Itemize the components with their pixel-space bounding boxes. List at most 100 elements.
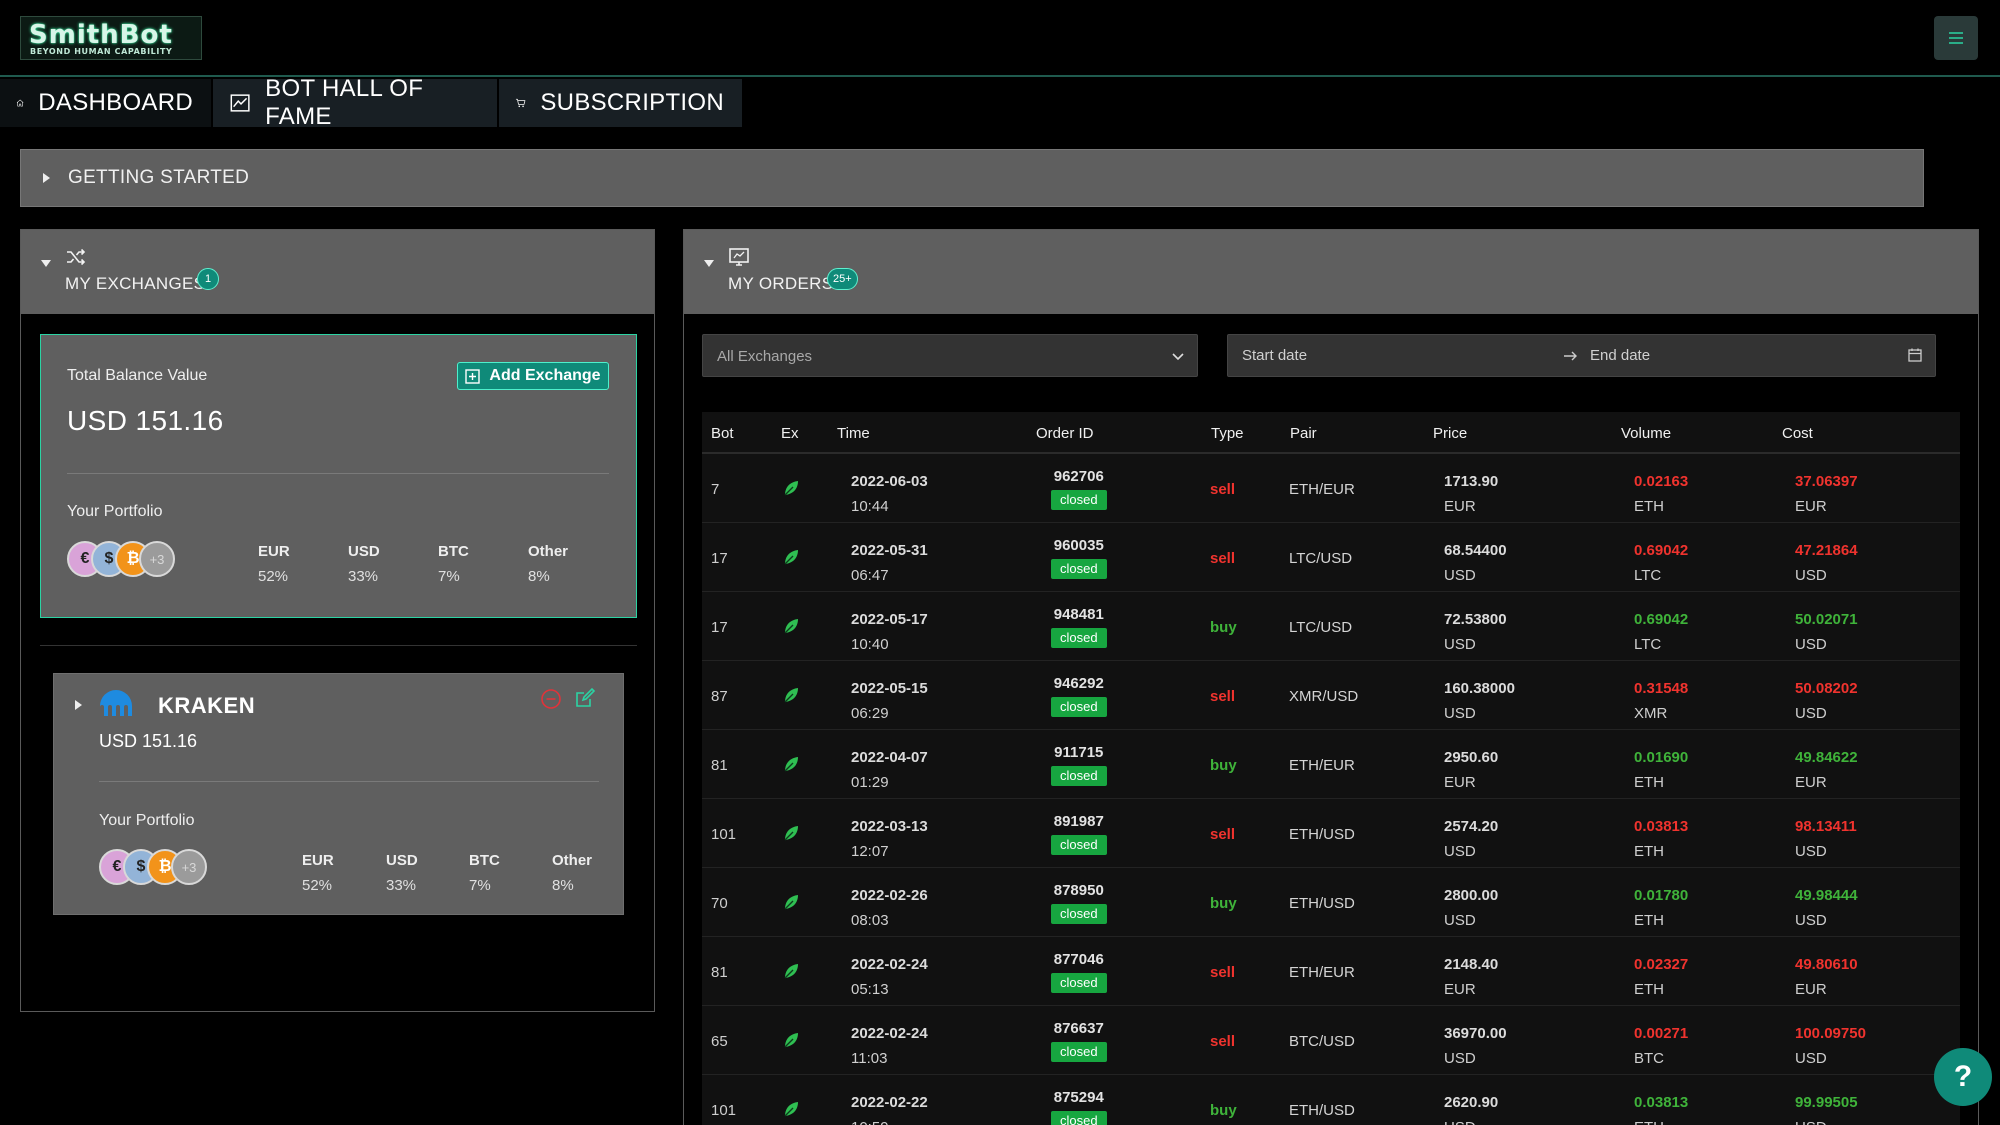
cell-time: 2022-05-17 10:40 <box>851 611 928 653</box>
table-row[interactable]: 81 2022-02-24 05:13 877046 closed sell ETH/EUR… <box>702 937 1960 1006</box>
cell-pair: ETH/USD <box>1289 1102 1355 1119</box>
exchange-filter-value: All Exchanges <box>717 348 813 365</box>
logo-tagline: BEYOND HUMAN CAPABILITY <box>30 47 173 56</box>
cell-bot: 81 <box>711 964 728 981</box>
cell-price: 1713.90 EUR <box>1444 473 1499 515</box>
cell-volume: 0.03813ETH <box>1634 1094 1689 1125</box>
cell-order-id: 911715 closed <box>1051 744 1107 786</box>
cell-pair: LTC/USD <box>1289 550 1353 567</box>
col-cost[interactable]: Cost <box>1782 425 1813 442</box>
table-row[interactable]: 101 2022-02-2210:59 875294closed buy ETH/USD… <box>702 1075 1960 1125</box>
cell-bot: 17 <box>711 550 728 567</box>
cell-type: sell <box>1210 481 1236 498</box>
table-row[interactable]: 17 2022-05-17 10:40 948481 closed buy LTC/USD 7… <box>702 592 1960 661</box>
start-date-input[interactable]: Start date <box>1242 347 1307 364</box>
orders-count-badge: 25+ <box>827 268 858 290</box>
remove-icon[interactable] <box>540 688 562 710</box>
cell-volume: 0.69042 LTC <box>1634 542 1689 584</box>
exchange-leaf-icon <box>784 964 798 979</box>
cell-cost: 50.08202 USD <box>1795 680 1858 722</box>
main-nav: DASHBOARD BOT HALL OF FAME SUBSCRIPTION <box>0 75 744 130</box>
col-price[interactable]: Price <box>1433 425 1467 442</box>
table-header: Bot Ex Time Order ID Type Pair Price Vol… <box>702 412 1960 454</box>
app-logo[interactable]: SmithBot BEYOND HUMAN CAPABILITY <box>20 16 202 60</box>
kraken-allocation-eur: EUR 52% <box>302 852 334 894</box>
getting-started-section[interactable]: GETTING STARTED <box>20 149 1924 207</box>
cell-type: sell <box>1210 826 1236 843</box>
col-volume[interactable]: Volume <box>1621 425 1671 442</box>
cell-time: 2022-02-24 05:13 <box>851 956 928 998</box>
cell-time: 2022-02-26 08:03 <box>851 887 928 929</box>
cell-order-id: 891987 closed <box>1051 813 1107 855</box>
allocation-eur: EUR 52% <box>258 543 290 585</box>
caret-down-icon <box>41 260 51 267</box>
col-time[interactable]: Time <box>837 425 870 442</box>
col-pair[interactable]: Pair <box>1290 425 1317 442</box>
table-row[interactable]: 101 2022-03-13 12:07 891987 closed sell ETH/US… <box>702 799 1960 868</box>
cell-volume: 0.31548 XMR <box>1634 680 1689 722</box>
exchange-filter-select[interactable]: All Exchanges <box>702 334 1198 377</box>
cell-type: sell <box>1210 550 1236 567</box>
table-row[interactable]: 81 2022-04-07 01:29 911715 closed buy ETH/EUR 2… <box>702 730 1960 799</box>
col-type[interactable]: Type <box>1211 425 1244 442</box>
logo-name: SmithBot <box>29 20 173 50</box>
exchange-leaf-icon <box>784 550 798 565</box>
table-row[interactable]: 17 2022-05-31 06:47 960035 closed sell LTC/USD… <box>702 523 1960 592</box>
table-row[interactable]: 87 2022-05-15 06:29 946292 closed sell XMR/USD… <box>702 661 1960 730</box>
allocation-other: Other 8% <box>528 543 569 585</box>
my-exchanges-header[interactable]: MY EXCHANGES 1 <box>21 230 654 314</box>
allocation-usd: USD 33% <box>348 543 380 585</box>
tab-bot-hall-of-fame[interactable]: BOT HALL OF FAME <box>213 75 497 130</box>
more-coins-icon: +3 <box>171 849 207 885</box>
cell-order-id: 876637 closed <box>1051 1020 1107 1062</box>
orders-table: Bot Ex Time Order ID Type Pair Price Vol… <box>702 412 1960 1125</box>
cell-time: 2022-04-07 01:29 <box>851 749 928 791</box>
exchange-leaf-icon <box>784 688 798 703</box>
col-bot[interactable]: Bot <box>711 425 734 442</box>
help-button[interactable]: ? <box>1934 1048 1992 1106</box>
status-badge: closed <box>1051 973 1107 993</box>
add-exchange-button[interactable]: Add Exchange <box>457 362 609 390</box>
cell-volume: 0.01690 ETH <box>1634 749 1689 791</box>
tab-subscription[interactable]: SUBSCRIPTION <box>499 79 742 127</box>
table-row[interactable]: 7 2022-06-03 10:44 962706 closed sell ETH/EUR 1… <box>702 454 1960 523</box>
my-orders-header[interactable]: MY ORDERS 25+ <box>684 230 1978 314</box>
exchange-leaf-icon <box>784 895 798 910</box>
cell-cost: 100.09750 USD <box>1795 1025 1866 1067</box>
kraken-logo-icon <box>100 690 132 716</box>
table-body: 7 2022-06-03 10:44 962706 closed sell ETH/EUR 1… <box>702 454 1960 1125</box>
cell-cost: 99.99505USD <box>1795 1094 1858 1125</box>
cell-bot: 17 <box>711 619 728 636</box>
more-coins-icon: +3 <box>139 541 175 577</box>
divider <box>99 781 599 782</box>
table-row[interactable]: 70 2022-02-26 08:03 878950 closed buy ETH/USD 2… <box>702 868 1960 937</box>
caret-right-icon <box>43 173 50 183</box>
cell-bot: 70 <box>711 895 728 912</box>
chart-icon <box>230 94 250 112</box>
portfolio-label: Your Portfolio <box>67 503 163 520</box>
calendar-icon[interactable] <box>1907 347 1923 363</box>
cell-cost: 50.02071 USD <box>1795 611 1858 653</box>
cart-icon <box>515 98 526 108</box>
exchange-leaf-icon <box>784 826 798 841</box>
cell-time: 2022-05-31 06:47 <box>851 542 928 584</box>
exchange-leaf-icon <box>784 1033 798 1048</box>
total-balance-label: Total Balance Value <box>67 367 208 384</box>
cell-volume: 0.69042 LTC <box>1634 611 1689 653</box>
hamburger-icon <box>1949 32 1963 44</box>
tab-dashboard[interactable]: DASHBOARD <box>0 79 211 127</box>
col-ex[interactable]: Ex <box>781 425 799 442</box>
kraken-name: KRAKEN <box>158 693 256 718</box>
cell-time: 2022-03-13 12:07 <box>851 818 928 860</box>
date-range-picker[interactable]: Start date End date <box>1227 334 1936 377</box>
edit-icon[interactable] <box>574 687 596 709</box>
col-order-id[interactable]: Order ID <box>1036 425 1094 442</box>
cell-price: 2950.60 EUR <box>1444 749 1499 791</box>
cell-pair: XMR/USD <box>1289 688 1359 705</box>
kraken-exchange-card[interactable]: KRAKEN USD 151.16 Your Portfolio € $ ₿ +… <box>53 673 624 915</box>
hamburger-menu-button[interactable] <box>1934 16 1978 60</box>
cell-price: 2148.40 EUR <box>1444 956 1499 998</box>
end-date-input[interactable]: End date <box>1590 347 1650 364</box>
my-orders-title: MY ORDERS <box>728 274 834 293</box>
table-row[interactable]: 65 2022-02-24 11:03 876637 closed sell BTC/USD… <box>702 1006 1960 1075</box>
